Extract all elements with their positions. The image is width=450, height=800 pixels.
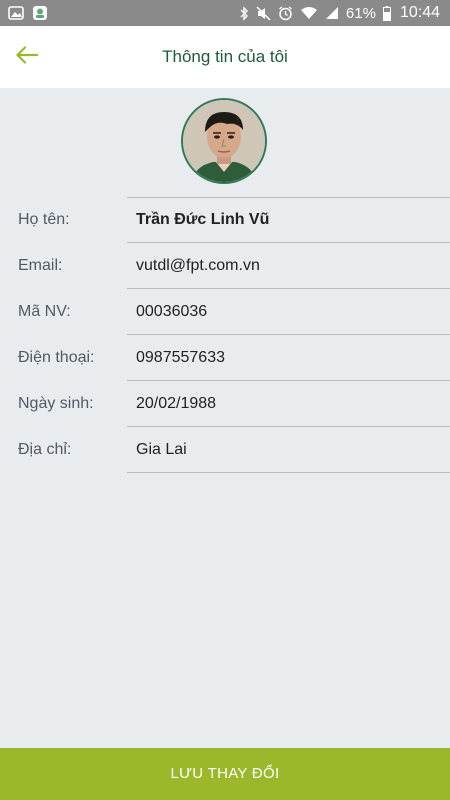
bluetooth-icon — [239, 5, 249, 21]
birthday-value: 20/02/1988 — [136, 395, 217, 412]
full-name-value: Trần Đức Linh Vũ — [136, 211, 270, 228]
address-value: Gia Lai — [136, 441, 187, 458]
app-header: Thông tin của tôi — [0, 26, 450, 88]
email-value: vutdl@fpt.com.vn — [136, 257, 260, 274]
battery-percent: 61% — [345, 4, 376, 22]
info-label: Email: — [18, 257, 63, 274]
info-label: Địa chỉ: — [18, 441, 72, 458]
info-row-full-name: Họ tên: Trần Đức Linh Vũ — [0, 197, 450, 243]
wifi-icon — [300, 6, 318, 20]
gallery-notification-icon — [8, 6, 24, 20]
info-row-address: Địa chỉ: Gia Lai — [0, 427, 450, 473]
signal-icon — [325, 6, 339, 20]
app-notification-icon — [32, 5, 48, 21]
info-row-email: Email: vutdl@fpt.com.vn — [0, 243, 450, 289]
info-row-birthday: Ngày sinh: 20/02/1988 — [0, 381, 450, 427]
alarm-icon — [278, 5, 293, 21]
info-label: Họ tên: — [18, 211, 70, 228]
info-label: Ngày sinh: — [18, 395, 94, 412]
mute-icon — [256, 5, 271, 21]
page-title: Thông tin của tôi — [162, 47, 288, 66]
info-row-phone: Điện thoại: 0987557633 — [0, 335, 450, 381]
profile-info-list: Họ tên: Trần Đức Linh Vũ Email: vutdl@fp… — [0, 197, 450, 473]
phone-value: 0987557633 — [136, 349, 225, 366]
status-bar: 61% 10:44 — [0, 0, 450, 26]
employee-id-value: 00036036 — [136, 303, 208, 320]
save-changes-button[interactable]: LƯU THAY ĐỔI — [0, 748, 450, 800]
info-row-employee-id: Mã NV: 00036036 — [0, 289, 450, 335]
clock: 10:44 — [399, 4, 440, 21]
battery-icon — [382, 5, 391, 21]
info-label: Mã NV: — [18, 303, 71, 320]
avatar[interactable] — [181, 98, 267, 184]
info-label: Điện thoại: — [18, 349, 95, 366]
